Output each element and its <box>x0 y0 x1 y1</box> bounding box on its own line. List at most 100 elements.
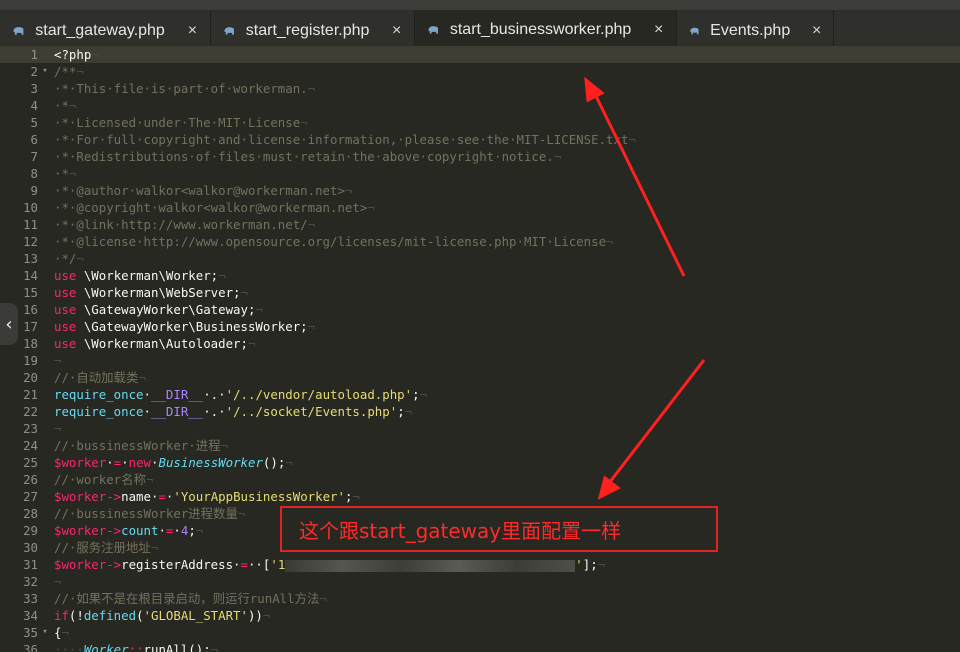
code-text: ·*·Redistributions·of·files·must·retain·… <box>54 148 561 165</box>
code-token: ¬ <box>404 404 413 419</box>
code-text: ·*·For·full·copyright·and·license·inform… <box>54 131 636 148</box>
code-line[interactable]: 1 <?php¬ <box>0 46 960 63</box>
code-token: ¬ <box>367 200 375 215</box>
code-token: ·* <box>54 98 69 113</box>
php-elephant-icon <box>13 27 24 35</box>
code-line[interactable]: 25 $worker·=·new·BusinessWorker();¬ <box>0 454 960 471</box>
code-text: ·*¬ <box>54 165 76 182</box>
code-token: ¬ <box>344 183 353 198</box>
code-token: ¬ <box>237 506 246 521</box>
code-line[interactable]: 4 ·*¬ <box>0 97 960 114</box>
code-token: Worker <box>83 642 129 652</box>
code-token: //·bussinessWorker·进程 <box>54 438 221 453</box>
code-line[interactable]: 20 //·自动加载类¬ <box>0 369 960 386</box>
code-token: ·.· <box>203 387 226 402</box>
code-token: $worker <box>54 455 107 470</box>
code-token: -> <box>106 523 122 538</box>
code-token: ¬ <box>218 268 226 283</box>
code-token: ¬ <box>262 608 271 623</box>
code-text: ·*/¬ <box>54 250 84 267</box>
code-text: $worker->count·=·4;¬ <box>54 522 203 539</box>
code-line[interactable]: 3 ·*·This·file·is·part·of·workerman.¬ <box>0 80 960 97</box>
code-line[interactable]: 22 require_once·__DIR__·.·'/../socket/Eve… <box>0 403 960 420</box>
close-icon[interactable]: × <box>185 22 200 40</box>
code-token: ·.· <box>203 404 226 419</box>
line-number: 23 <box>23 421 38 436</box>
code-line[interactable]: 13 ·*/¬ <box>0 250 960 267</box>
code-text: require_once·__DIR__·.·'/../socket/Event… <box>54 403 412 420</box>
code-line[interactable]: 17 use \GatewayWorker\BusinessWorker;¬ <box>0 318 960 335</box>
code-token: ¬ <box>68 98 77 113</box>
code-line[interactable]: 2 ▾/**¬ <box>0 63 960 80</box>
code-token: ' <box>575 557 583 572</box>
code-token: · <box>143 404 151 419</box>
code-line[interactable]: 9 ·*·@author·walkor<walkor@workerman.net>… <box>0 182 960 199</box>
code-token: defined <box>83 608 137 623</box>
close-icon[interactable]: × <box>810 22 823 40</box>
code-token: require_once <box>54 404 144 419</box>
code-token: '/../vendor/autoload.php' <box>225 387 413 402</box>
code-token: ]; <box>582 557 598 572</box>
code-line[interactable]: 10 ·*·@copyright·walkor<walkor@workerman.… <box>0 199 960 216</box>
code-line[interactable]: 33 //·如果不是在根目录启动，则运行runAll方法¬ <box>0 590 960 607</box>
line-number: 34 <box>23 608 38 623</box>
code-line[interactable]: 12 ·*·@license·http://www.opensource.org/… <box>0 233 960 250</box>
code-line[interactable]: 35 ▾ {¬ <box>0 624 960 641</box>
close-icon[interactable]: × <box>651 21 666 39</box>
code-line[interactable]: 18 use \Workerman\Autoloader;¬ <box>0 335 960 352</box>
code-token: ·*·For·full·copyright·and·license·inform… <box>54 132 629 147</box>
code-token: ·*·This·file·is·part·of·workerman. <box>54 81 308 96</box>
code-line[interactable]: 23 ¬ <box>0 420 960 437</box>
code-line[interactable]: 8 ·*¬ <box>0 165 960 182</box>
tab-label: start_gateway.php <box>35 22 165 39</box>
code-token: __DIR__ <box>151 404 204 419</box>
code-line[interactable]: 15 use \Workerman\WebServer;¬ <box>0 284 960 301</box>
code-token: name· <box>121 489 159 504</box>
code-line[interactable]: 32 ¬ <box>0 573 960 590</box>
code-text: $worker->name·=·'YourAppBusinessWorker';… <box>54 488 360 505</box>
fold-marker-icon[interactable]: ▾ <box>40 63 50 80</box>
code-text: ·*·@copyright·walkor<walkor@workerman.ne… <box>54 199 375 216</box>
code-line[interactable]: 26 //·worker名称¬ <box>0 471 960 488</box>
window-top-strip <box>0 0 960 10</box>
code-line[interactable]: 16 use \GatewayWorker\Gateway;¬ <box>0 301 960 318</box>
code-token: ¬ <box>150 540 159 555</box>
code-token: ¬ <box>240 285 248 300</box>
code-line[interactable]: 19 ¬ <box>0 352 960 369</box>
code-line[interactable]: 7 ·*·Redistributions·of·files·must·retain… <box>0 148 960 165</box>
code-line[interactable]: 11 ·*·@link·http://www.workerman.net/¬ <box>0 216 960 233</box>
php-elephant-icon <box>224 27 234 35</box>
code-text: //·worker名称¬ <box>54 471 153 488</box>
code-token: ¬ <box>54 574 62 589</box>
code-line[interactable]: 36 ····Worker::runAll();¬ <box>0 641 960 652</box>
code-editor[interactable]: 1 <?php¬ 2 ▾/**¬ 3 ·*·This·file·is·part·of·wo… <box>0 46 960 652</box>
line-number: 26 <box>23 472 38 487</box>
line-number: 25 <box>23 455 38 470</box>
code-token: ·*·@link·http://www.workerman.net/ <box>54 217 308 232</box>
code-line[interactable]: 14 use \Workerman\Worker;¬ <box>0 267 960 284</box>
code-line[interactable]: 21 require_once·__DIR__·.·'/../vendor/aut… <box>0 386 960 403</box>
code-token: · <box>106 455 114 470</box>
code-line[interactable]: 31 $worker->registerAddress·=··['1 '];¬ <box>0 556 960 573</box>
code-token: \GatewayWorker\Gateway; <box>76 302 256 317</box>
line-number: 11 <box>23 217 38 232</box>
code-text: ¬ <box>54 352 61 369</box>
code-token: ¬ <box>76 251 84 266</box>
tab-label: start_businessworker.php <box>449 21 632 38</box>
code-line[interactable]: 5 ·*·Licensed·under·The·MIT·License¬ <box>0 114 960 131</box>
code-text: ·*·@license·http://www.opensource.org/li… <box>54 233 614 250</box>
code-text: ····Worker::runAll();¬ <box>54 641 218 652</box>
code-token: = <box>158 489 166 504</box>
code-token: $worker <box>54 523 107 538</box>
chevron-left-icon[interactable]: ‹ <box>0 303 18 345</box>
line-number: 29 <box>23 523 38 538</box>
close-icon[interactable]: × <box>389 22 404 40</box>
code-text: use \Workerman\WebServer;¬ <box>54 284 248 301</box>
code-line[interactable]: 27 $worker->name·=·'YourAppBusinessWorker… <box>0 488 960 505</box>
code-line[interactable]: 34 if(!defined('GLOBAL_START'))¬ <box>0 607 960 624</box>
code-line[interactable]: 24 //·bussinessWorker·进程¬ <box>0 437 960 454</box>
code-line[interactable]: 6 ·*·For·full·copyright·and·license·infor… <box>0 131 960 148</box>
fold-marker-icon[interactable]: ▾ <box>40 624 50 641</box>
code-text: //·服务注册地址¬ <box>54 539 158 556</box>
code-text: <?php¬ <box>54 46 99 63</box>
